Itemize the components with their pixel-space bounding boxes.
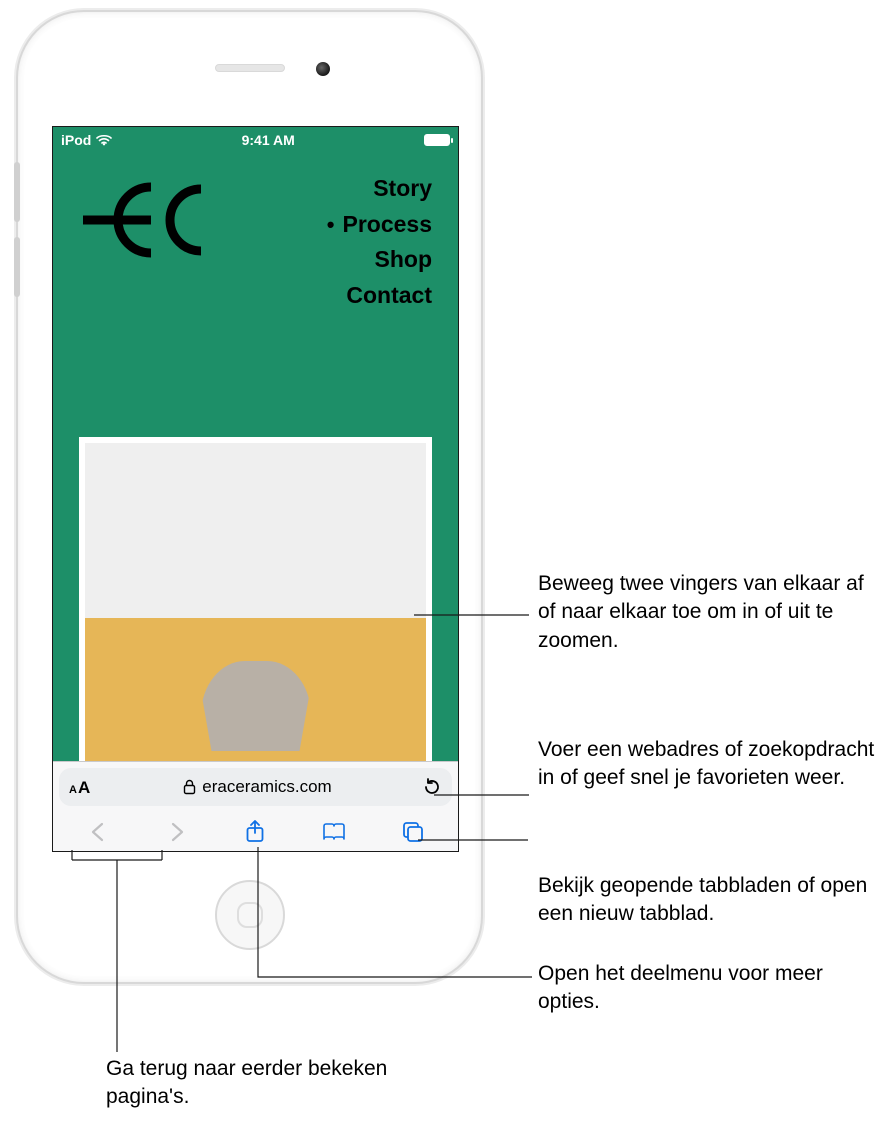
callout-leader	[257, 847, 537, 987]
hero-image-frame	[79, 437, 432, 761]
lock-icon	[183, 779, 196, 795]
ipod-touch-device: iPod 9:41 AM	[18, 12, 481, 982]
volume-up-button	[14, 162, 20, 222]
clock: 9:41 AM	[242, 132, 295, 148]
callout-tabs: Bekijk geopende tabbladen of open een ni…	[538, 872, 888, 929]
callout-leader	[418, 835, 532, 845]
url-text: eraceramics.com	[202, 777, 331, 797]
carrier-label: iPod	[61, 132, 91, 148]
bookmarks-button[interactable]	[316, 821, 352, 843]
earpiece	[215, 64, 285, 72]
volume-down-button	[14, 237, 20, 297]
callout-share: Open het deelmenu voor meer opties.	[538, 960, 878, 1017]
nav-contact[interactable]: Contact	[327, 278, 432, 314]
safari-toolbar	[53, 811, 458, 852]
status-right	[424, 134, 450, 146]
callout-zoom: Beweeg twee vingers van elkaar af of naa…	[538, 570, 878, 655]
nav-shop[interactable]: Shop	[327, 242, 432, 278]
ceramic-pot-graphic	[201, 661, 311, 751]
text-size-icon[interactable]: AA	[69, 777, 93, 797]
url-display: eraceramics.com	[183, 777, 331, 797]
status-left: iPod	[61, 132, 112, 148]
nav-process[interactable]: Process	[327, 207, 432, 243]
device-bezel: iPod 9:41 AM	[24, 18, 475, 976]
safari-address-bar: AA eraceramics.com	[53, 761, 458, 811]
battery-icon	[424, 134, 450, 146]
callout-leader	[434, 790, 534, 800]
svg-text:A: A	[78, 778, 90, 797]
callout-leader	[414, 610, 534, 620]
site-nav: Story Process Shop Contact	[327, 171, 432, 314]
nav-story[interactable]: Story	[327, 171, 432, 207]
screen: iPod 9:41 AM	[52, 126, 459, 852]
forward-button[interactable]	[159, 821, 195, 843]
callout-address: Voer een webadres of zoekopdracht in of …	[538, 736, 878, 793]
front-camera	[316, 62, 330, 76]
callout-back: Ga terug naar eerder bekeken pagina's.	[106, 1055, 406, 1112]
webpage-content[interactable]: Story Process Shop Contact	[53, 153, 458, 761]
site-logo	[81, 175, 211, 265]
share-button[interactable]	[237, 819, 273, 845]
status-bar: iPod 9:41 AM	[53, 127, 458, 153]
address-field[interactable]: AA eraceramics.com	[59, 768, 452, 806]
callout-leader	[72, 850, 202, 1060]
hero-image	[85, 443, 426, 761]
back-button[interactable]	[80, 821, 116, 843]
svg-text:A: A	[69, 784, 77, 796]
wifi-icon	[96, 134, 112, 146]
